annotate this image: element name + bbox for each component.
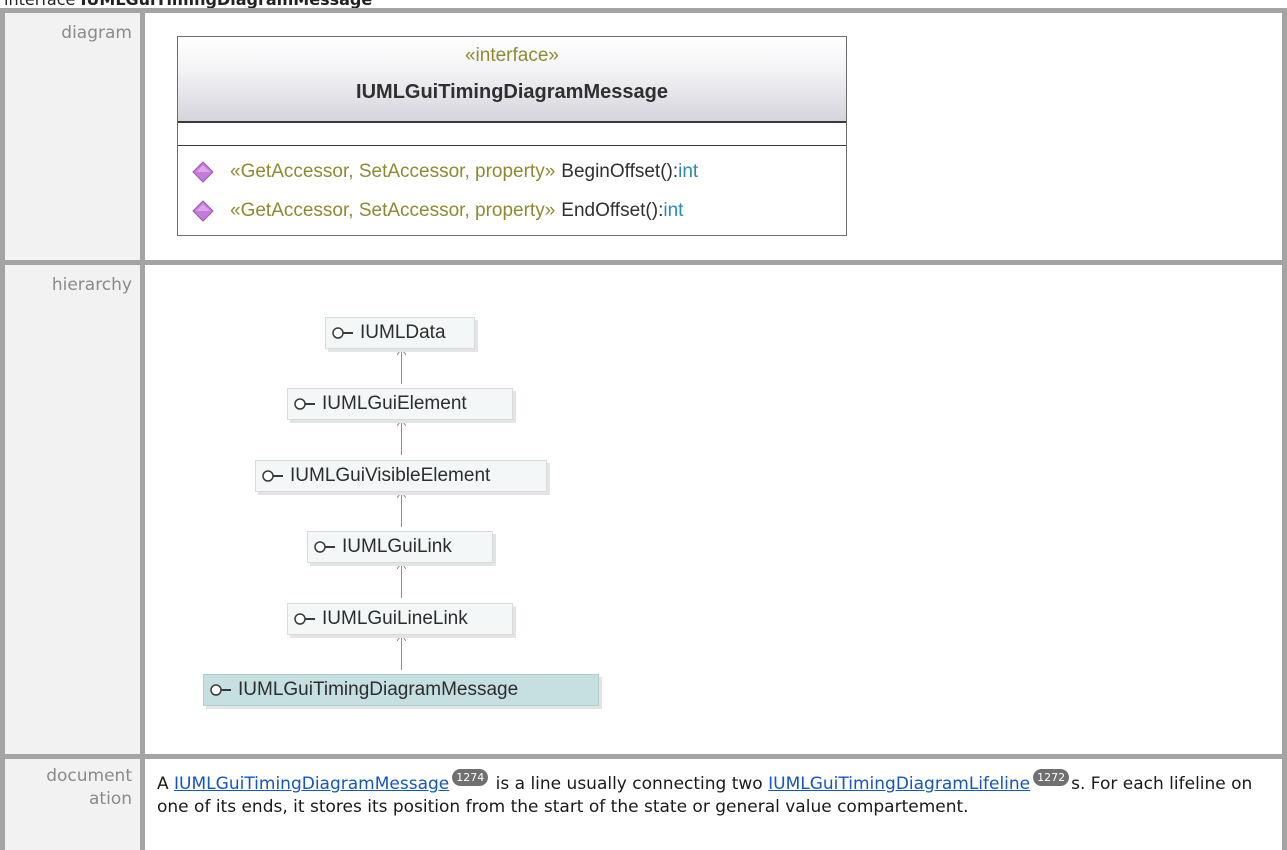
hierarchy-node[interactable]: IUMLGuiLink (307, 531, 493, 563)
hierarchy-node-label: IUMLGuiVisibleElement (290, 465, 491, 486)
class-stereotype: «interface» (464, 45, 559, 66)
uml-class-box[interactable]: «interface» IUMLGuiTimingDiagramMessage … (177, 36, 847, 236)
documentation-label-line1: document (46, 766, 132, 786)
hierarchy-node-label: IUMLGuiLink (342, 536, 452, 557)
diagram-cell: «interface» IUMLGuiTimingDiagramMessage … (145, 13, 1282, 260)
interface-lollipop-icon (294, 613, 315, 625)
hierarchy-node-label: IUMLGuiTimingDiagramMessage (238, 679, 519, 700)
doc-text-part: A (157, 774, 175, 794)
interface-lollipop-icon (262, 470, 283, 482)
operation-name: BeginOffset(): (561, 161, 679, 182)
hierarchy-node-label: IUMLGuiLineLink (322, 608, 468, 629)
hierarchy-cell: IUMLData IUMLGuiElement IUMLGuiVisibleEl… (145, 265, 1282, 754)
hierarchy-row: hierarchy IUMLData IUMLGuiElement IUMLGu… (0, 260, 1287, 754)
operation-stereotype: «GetAccessor, SetAccessor, property» (230, 161, 556, 182)
hierarchy-node[interactable]: IUMLGuiElement (287, 388, 513, 420)
arrowhead-icon (397, 635, 406, 641)
operation-row[interactable]: «GetAccessor, SetAccessor, property» End… (192, 197, 683, 225)
operation-diamond-icon (192, 161, 214, 183)
generalization-line (401, 564, 402, 598)
generalization-line (401, 493, 402, 527)
arrowhead-icon (397, 563, 406, 569)
uml-class-header: «interface» IUMLGuiTimingDiagramMessage (178, 37, 846, 123)
doc-text-part: is a line usually connecting two (490, 774, 769, 794)
class-name: IUMLGuiTimingDiagramMessage (356, 81, 668, 103)
documentation-label-line2: ation (89, 789, 132, 809)
generalization-line (401, 350, 402, 384)
operation-stereotype: «GetAccessor, SetAccessor, property» (230, 200, 556, 221)
hierarchy-node-label: IUMLData (360, 322, 446, 343)
hierarchy-node-current[interactable]: IUMLGuiTimingDiagramMessage (203, 674, 599, 706)
page-ref-badge: 1272 (1033, 769, 1070, 786)
operation-return-type: int (678, 161, 699, 182)
documentation-cell: A IUMLGuiTimingDiagramMessage 1274 is a l… (145, 759, 1282, 850)
arrowhead-icon (397, 420, 406, 426)
documentation-row-label: document ation (5, 759, 140, 850)
interface-lollipop-icon (314, 541, 335, 553)
arrowhead-icon (397, 492, 406, 498)
operation-return-type: int (663, 200, 684, 221)
doc-link-lifeline[interactable]: IUMLGuiTimingDiagramLifeline (768, 774, 1030, 794)
operation-diamond-icon (192, 200, 214, 222)
hierarchy-node[interactable]: IUMLData (325, 317, 475, 349)
documentation-table: diagram «interface» IUMLGuiTimingDiagram… (0, 8, 1287, 850)
operation-name: EndOffset(): (561, 200, 664, 221)
documentation-row: document ation A IUMLGuiTimingDiagramMes… (0, 754, 1287, 850)
interface-lollipop-icon (332, 327, 353, 339)
doc-link-message[interactable]: IUMLGuiTimingDiagramMessage (174, 774, 449, 794)
hierarchy-node-label: IUMLGuiElement (322, 393, 467, 414)
page-ref-badge: 1274 (452, 769, 489, 786)
hierarchy-node[interactable]: IUMLGuiVisibleElement (255, 460, 547, 492)
documentation-text: A IUMLGuiTimingDiagramMessage 1274 is a l… (157, 769, 1272, 819)
hierarchy-row-label: hierarchy (5, 265, 140, 754)
generalization-line (401, 421, 402, 455)
generalization-line (401, 636, 402, 670)
hierarchy-node[interactable]: IUMLGuiLineLink (287, 603, 513, 635)
diagram-row-label: diagram (5, 13, 140, 260)
attributes-compartment (178, 123, 846, 146)
arrowhead-icon (397, 349, 406, 355)
interface-lollipop-icon (210, 684, 231, 696)
operation-row[interactable]: «GetAccessor, SetAccessor, property» Beg… (192, 158, 698, 186)
diagram-row: diagram «interface» IUMLGuiTimingDiagram… (0, 8, 1287, 260)
interface-lollipop-icon (294, 398, 315, 410)
